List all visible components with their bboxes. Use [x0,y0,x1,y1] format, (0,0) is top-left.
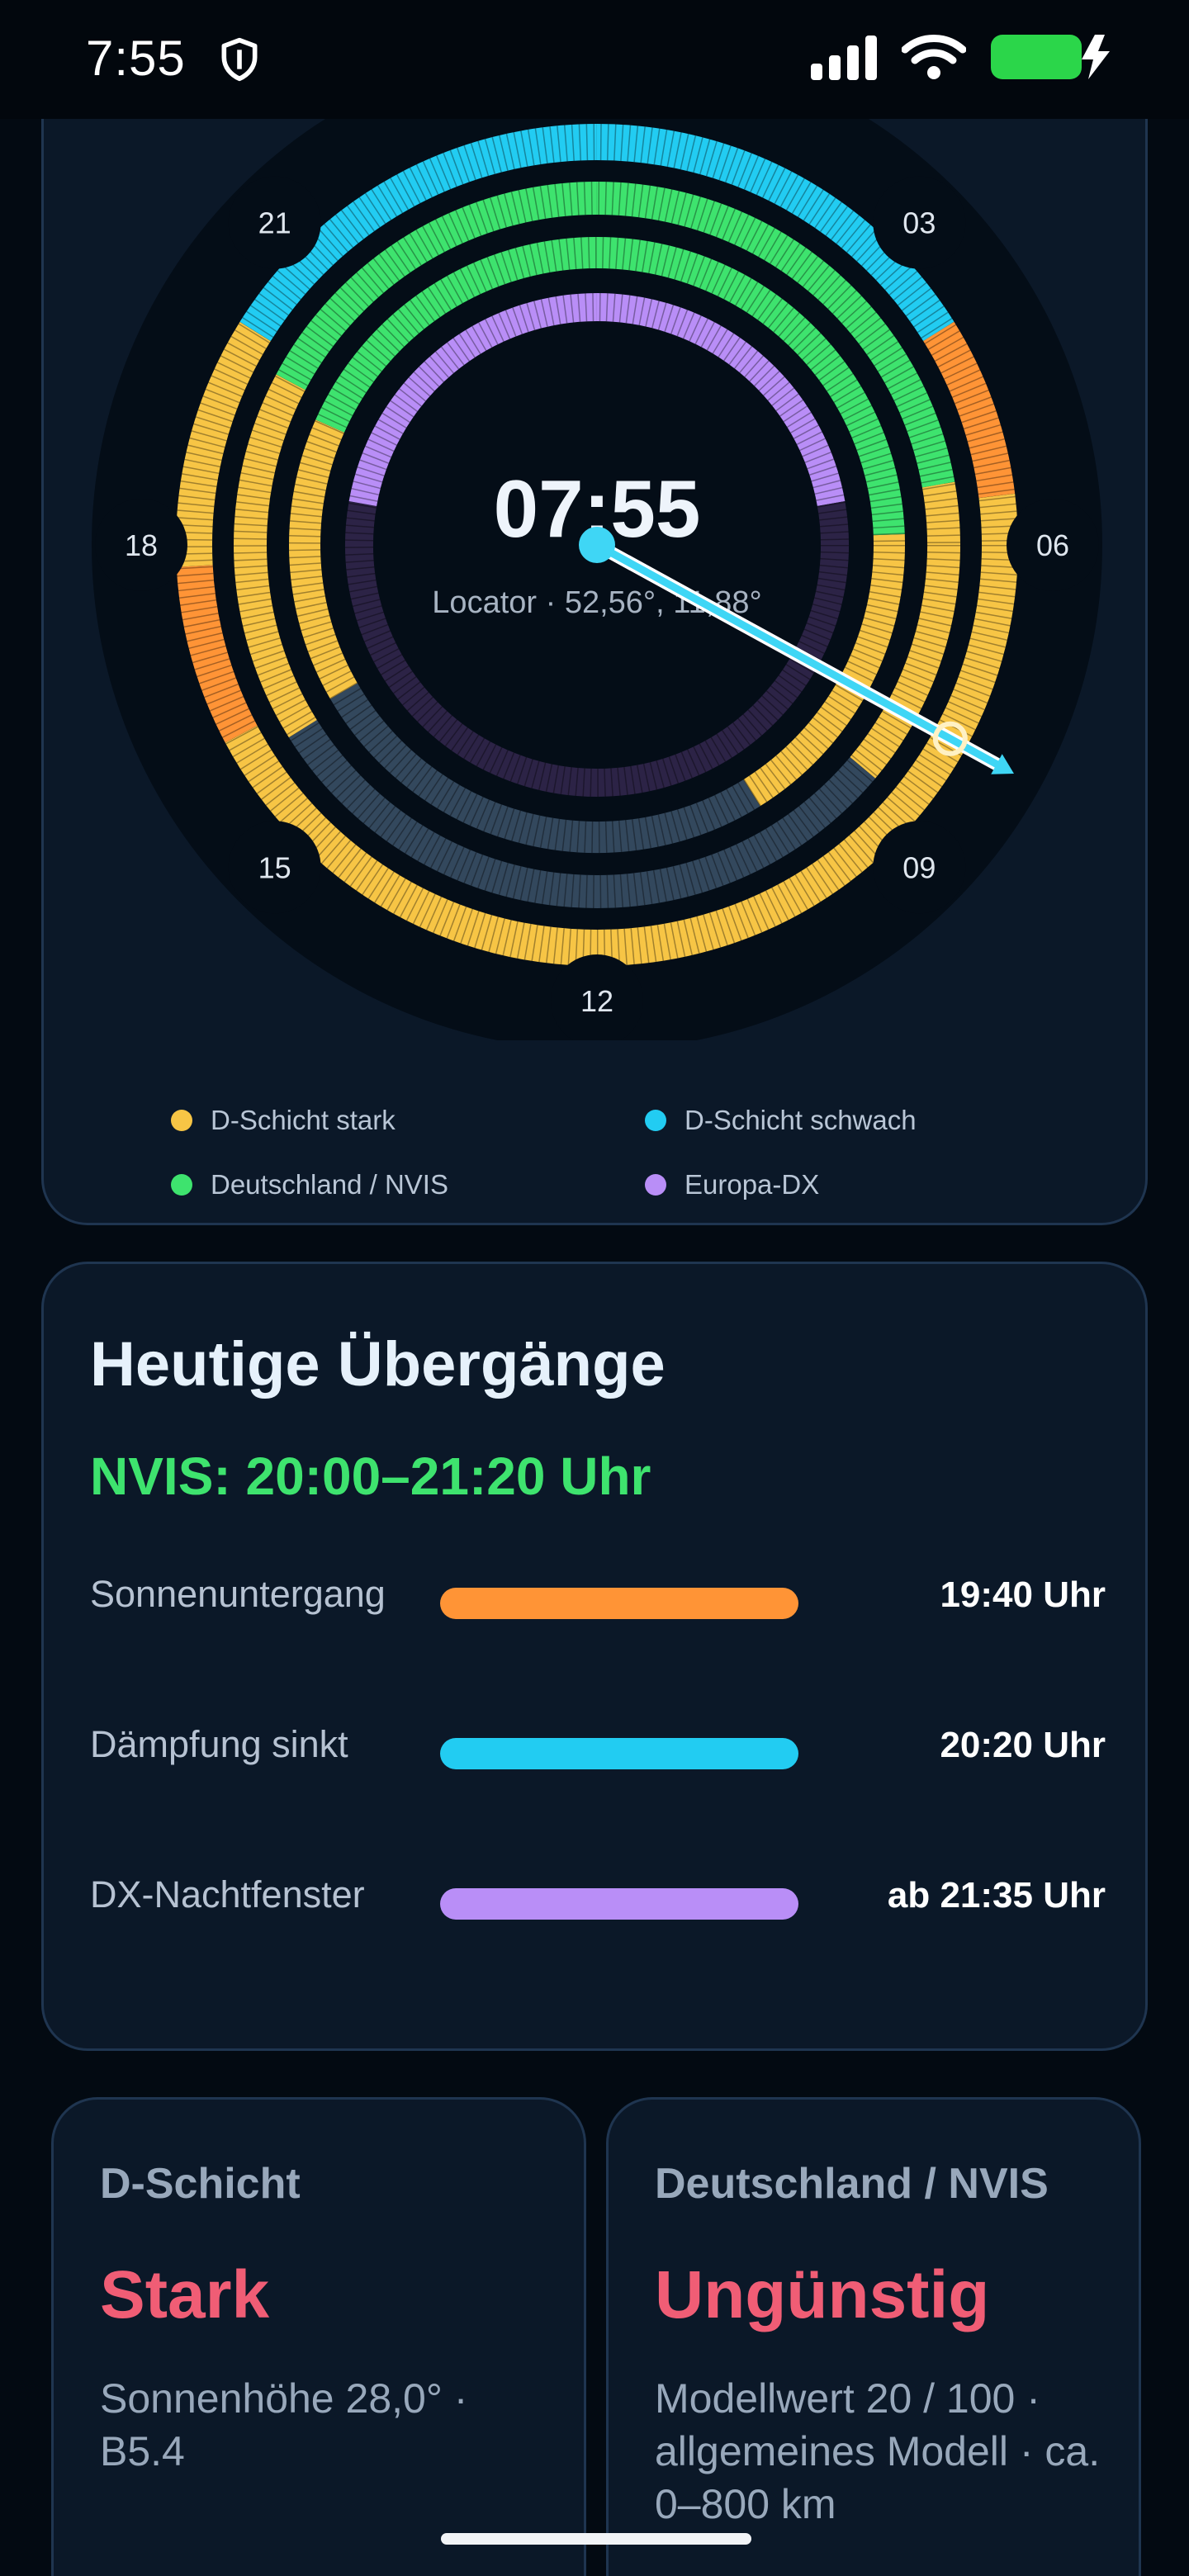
card-detail: Modellwert 20 / 100 · allgemeines Modell… [655,2375,1101,2527]
card-title: Deutschland / NVIS [655,2160,1049,2208]
home-indicator[interactable] [441,2533,751,2545]
card-status: Stark [100,2257,270,2332]
transition-time: 19:40 Uhr [940,1574,1106,1615]
hour-label: 12 [580,984,613,1018]
legend-label: D-Schicht schwach [685,1105,917,1135]
legend-item: D-Schicht schwach [645,1105,917,1136]
legend-label: D-Schicht stark [211,1105,396,1135]
status-bar: 7:55 [0,0,1189,119]
hour-label: 06 [1036,528,1069,562]
legend-label: Europa-DX [685,1169,820,1200]
transitions-title: Heutige Übergänge [90,1329,666,1399]
shield-icon [221,37,258,82]
card-status: Ungünstig [655,2257,990,2332]
hour-label: 15 [258,850,291,884]
signal-icon [811,36,877,80]
transition-label: Sonnenuntergang [90,1573,386,1615]
legend-item: D-Schicht stark [171,1105,396,1136]
nvis-card[interactable]: Deutschland / NVIS Ungünstig Modellwert … [606,2097,1141,2576]
legend-dot [645,1110,666,1131]
transition-row: Dämpfung sinkt 20:20 Uhr [90,1713,1106,1779]
nvis-window: NVIS: 20:00–21:20 Uhr [90,1447,651,1506]
card-title: D-Schicht [100,2160,301,2208]
transition-bar [440,1888,798,1920]
dial-card: 21 03 18 06 15 09 12 07:55 Locator · 52,56°, 1… [41,50,1148,1225]
battery-charging-icon [991,35,1110,79]
battery-fill [991,35,1082,79]
hour-label: 21 [258,206,291,240]
hand-hub [579,527,615,563]
transition-time: ab 21:35 Uhr [887,1875,1106,1915]
d-layer-card[interactable]: D-Schicht Stark Sonnenhöhe 28,0° · B5.4 [51,2097,586,2576]
transition-bar [440,1588,798,1619]
propagation-dial: 21 0318 0615 0912 07:55 Locator · 52,56°, 1… [92,50,1102,1040]
legend-dot [171,1110,192,1131]
transitions-card: Heutige Übergänge NVIS: 20:00–21:20 Uhr … [41,1262,1148,2051]
transition-row: Sonnenuntergang 19:40 Uhr [90,1563,1106,1629]
transition-label: DX-Nachtfenster [90,1873,365,1915]
wifi-icon [902,35,966,79]
card-detail: Sonnenhöhe 28,0° · B5.4 [100,2375,468,2474]
hour-label: 03 [902,206,936,240]
status-time: 7:55 [86,31,186,86]
legend-dot [171,1174,192,1196]
hour-label: 18 [125,528,158,562]
legend-item: Europa-DX [645,1169,819,1200]
legend-dot [645,1174,666,1196]
transition-bar [440,1738,798,1769]
legend-item: Deutschland / NVIS [171,1169,448,1200]
legend-label: Deutschland / NVIS [211,1169,448,1200]
transition-label: Dämpfung sinkt [90,1723,348,1765]
transition-row: DX-Nachtfenster ab 21:35 Uhr [90,1863,1106,1930]
transition-time: 20:20 Uhr [940,1725,1106,1765]
hour-label: 09 [902,850,936,884]
